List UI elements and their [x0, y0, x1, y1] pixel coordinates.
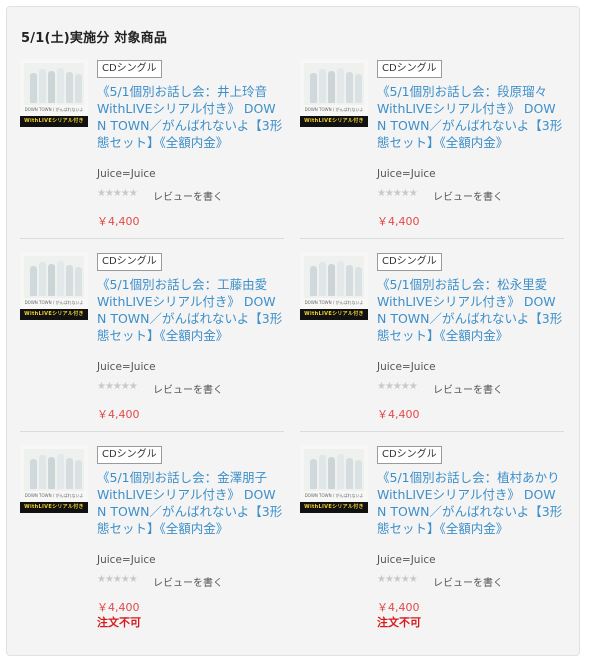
product-grid: DOWN TOWN / がんばれないよ WithLIVEシリアル付き CDシング… [7, 7, 579, 655]
product-card: DOWN TOWN / がんばれないよ WithLIVEシリアル付き CDシング… [7, 393, 282, 629]
product-title[interactable]: 《5/1個別お話し会：金澤朋子 WithLIVEシリアル付き》 DOWN TOW… [97, 469, 283, 537]
artist-name: Juice=Juice [377, 168, 436, 180]
product-title-link[interactable]: 《5/1個別お話し会：段原瑠々 WithLIVEシリアル付き》 DOWN TOW… [377, 84, 562, 150]
group-photo [304, 63, 364, 105]
group-photo [24, 256, 84, 298]
unavailable-notice: 注文不可 [377, 616, 421, 629]
product-title[interactable]: 《5/1個別お話し会：工藤由愛 WithLIVEシリアル付き》 DOWN TOW… [97, 276, 283, 344]
group-photo [304, 256, 364, 298]
artist-name: Juice=Juice [97, 168, 156, 180]
unavailable-notice: 注文不可 [97, 616, 141, 629]
category-badge: CDシングル [377, 253, 442, 271]
rating-stars: ★★★★★ [97, 381, 138, 392]
jacket-caption: DOWN TOWN / がんばれないよ [304, 300, 364, 305]
serial-strip: WithLIVEシリアル付き [300, 116, 368, 127]
product-title-link[interactable]: 《5/1個別お話し会：松永里愛 WithLIVEシリアル付き》 DOWN TOW… [377, 277, 562, 343]
product-title[interactable]: 《5/1個別お話し会：植村あかり WithLIVEシリアル付き》 DOWN TO… [377, 469, 572, 537]
group-photo [24, 449, 84, 491]
star-icon: ★★★★★ [97, 574, 138, 585]
product-title-link[interactable]: 《5/1個別お話し会：金澤朋子 WithLIVEシリアル付き》 DOWN TOW… [97, 470, 282, 536]
product-thumbnail[interactable]: DOWN TOWN / がんばれないよ WithLIVEシリアル付き [300, 445, 368, 513]
product-panel: 5/1(土)実施分 対象商品 DOWN TOWN / がんばれないよ WithL… [6, 6, 580, 656]
product-title[interactable]: 《5/1個別お話し会：井上玲音 WithLIVEシリアル付き》 DOWN TOW… [97, 83, 283, 151]
product-card: DOWN TOWN / がんばれないよ WithLIVEシリアル付き CDシング… [287, 200, 562, 421]
product-title[interactable]: 《5/1個別お話し会：松永里愛 WithLIVEシリアル付き》 DOWN TOW… [377, 276, 563, 344]
jacket-caption: DOWN TOWN / がんばれないよ [24, 300, 84, 305]
serial-strip: WithLIVEシリアル付き [20, 116, 88, 127]
price: ￥4,400 [377, 601, 420, 614]
write-review-link[interactable]: レビューを書く [433, 574, 503, 589]
jacket-caption: DOWN TOWN / がんばれないよ [304, 493, 364, 498]
product-thumbnail[interactable]: DOWN TOWN / がんばれないよ WithLIVEシリアル付き [20, 59, 88, 127]
group-photo [24, 63, 84, 105]
category-badge: CDシングル [97, 253, 162, 271]
serial-strip: WithLIVEシリアル付き [300, 309, 368, 320]
star-icon: ★★★★★ [377, 381, 418, 392]
artist-name: Juice=Juice [377, 361, 436, 373]
artist-name: Juice=Juice [97, 361, 156, 373]
product-title-link[interactable]: 《5/1個別お話し会：井上玲音 WithLIVEシリアル付き》 DOWN TOW… [97, 84, 282, 150]
rating-stars: ★★★★★ [97, 574, 138, 585]
star-icon: ★★★★★ [377, 188, 418, 199]
serial-strip: WithLIVEシリアル付き [20, 309, 88, 320]
rating-stars: ★★★★★ [377, 188, 418, 199]
product-thumbnail[interactable]: DOWN TOWN / がんばれないよ WithLIVEシリアル付き [300, 252, 368, 320]
jacket-caption: DOWN TOWN / がんばれないよ [24, 107, 84, 112]
star-icon: ★★★★★ [97, 381, 138, 392]
product-card: DOWN TOWN / がんばれないよ WithLIVEシリアル付き CDシング… [7, 7, 282, 228]
product-title-link[interactable]: 《5/1個別お話し会：工藤由愛 WithLIVEシリアル付き》 DOWN TOW… [97, 277, 282, 343]
product-title-link[interactable]: 《5/1個別お話し会：植村あかり WithLIVEシリアル付き》 DOWN TO… [377, 470, 572, 536]
product-card: DOWN TOWN / がんばれないよ WithLIVEシリアル付き CDシング… [287, 7, 562, 228]
write-review-link[interactable]: レビューを書く [153, 574, 223, 589]
star-icon: ★★★★★ [377, 574, 418, 585]
category-badge: CDシングル [377, 60, 442, 78]
product-thumbnail[interactable]: DOWN TOWN / がんばれないよ WithLIVEシリアル付き [20, 445, 88, 513]
group-photo [304, 449, 364, 491]
product-thumbnail[interactable]: DOWN TOWN / がんばれないよ WithLIVEシリアル付き [300, 59, 368, 127]
price: ￥4,400 [97, 601, 140, 614]
artist-name: Juice=Juice [377, 554, 436, 566]
category-badge: CDシングル [97, 60, 162, 78]
product-card: DOWN TOWN / がんばれないよ WithLIVEシリアル付き CDシング… [287, 393, 572, 629]
product-thumbnail[interactable]: DOWN TOWN / がんばれないよ WithLIVEシリアル付き [20, 252, 88, 320]
artist-name: Juice=Juice [97, 554, 156, 566]
rating-stars: ★★★★★ [97, 188, 138, 199]
jacket-caption: DOWN TOWN / がんばれないよ [304, 107, 364, 112]
product-card: DOWN TOWN / がんばれないよ WithLIVEシリアル付き CDシング… [7, 200, 282, 421]
rating-stars: ★★★★★ [377, 381, 418, 392]
category-badge: CDシングル [377, 446, 442, 464]
category-badge: CDシングル [97, 446, 162, 464]
product-title[interactable]: 《5/1個別お話し会：段原瑠々 WithLIVEシリアル付き》 DOWN TOW… [377, 83, 563, 151]
serial-strip: WithLIVEシリアル付き [300, 502, 368, 513]
serial-strip: WithLIVEシリアル付き [20, 502, 88, 513]
star-icon: ★★★★★ [97, 188, 138, 199]
rating-stars: ★★★★★ [377, 574, 418, 585]
jacket-caption: DOWN TOWN / がんばれないよ [24, 493, 84, 498]
